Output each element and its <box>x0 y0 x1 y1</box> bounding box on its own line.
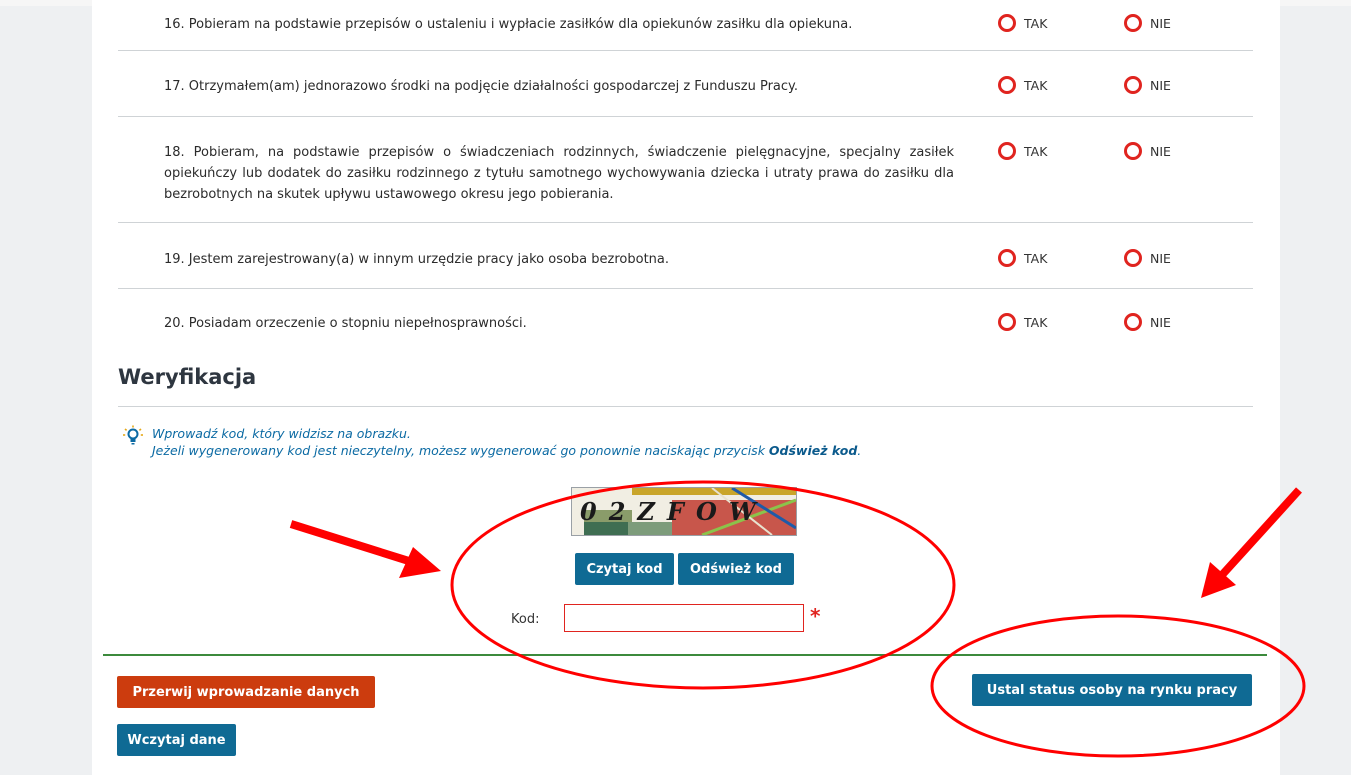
row-divider <box>118 50 1253 51</box>
question-18: 18. Pobieram, na podstawie przepisów o ś… <box>164 142 954 205</box>
question-17: 17. Otrzymałem(am) jednorazowo środki na… <box>164 76 964 97</box>
question-text: 16. Pobieram na podstawie przepisów o us… <box>164 17 853 32</box>
q16-radio-tak[interactable]: TAK <box>998 14 1047 32</box>
q18-radio-nie[interactable]: NIE <box>1124 142 1171 160</box>
abort-data-entry-button[interactable]: Przerwij wprowadzanie danych <box>117 676 375 708</box>
q19-radio-nie[interactable]: NIE <box>1124 249 1171 267</box>
question-16: 16. Pobieram na podstawie przepisów o us… <box>164 14 964 35</box>
row-divider <box>118 222 1253 223</box>
read-code-button[interactable]: Czytaj kod <box>575 553 674 585</box>
question-text: 19. Jestem zarejestrowany(a) w innym urz… <box>164 252 670 267</box>
refresh-code-button[interactable]: Odśwież kod <box>678 553 794 585</box>
load-data-button[interactable]: Wczytaj dane <box>117 724 236 756</box>
lightbulb-icon <box>123 425 143 445</box>
row-divider <box>118 116 1253 117</box>
q20-radio-tak[interactable]: TAK <box>998 313 1047 331</box>
question-text: 20. Posiadam orzeczenie o stopniu niepeł… <box>164 316 527 331</box>
code-input[interactable] <box>564 604 804 632</box>
question-19: 19. Jestem zarejestrowany(a) w innym urz… <box>164 249 964 270</box>
q17-radio-tak[interactable]: TAK <box>998 76 1047 94</box>
radio-circle-icon <box>998 313 1016 331</box>
radio-circle-icon <box>1124 14 1142 32</box>
radio-circle-icon <box>998 249 1016 267</box>
required-marker: * <box>810 604 821 628</box>
q17-radio-nie[interactable]: NIE <box>1124 76 1171 94</box>
q18-radio-tak[interactable]: TAK <box>998 142 1047 160</box>
captcha-image: 02ZFOW <box>571 487 797 536</box>
determine-labor-status-button[interactable]: Ustal status osoby na rynku pracy <box>972 674 1252 706</box>
hint-text: Wprowadź kod, który widzisz na obrazku. … <box>152 426 862 458</box>
section-divider <box>118 406 1253 407</box>
question-text: 17. Otrzymałem(am) jednorazowo środki na… <box>164 79 799 94</box>
radio-circle-icon <box>998 14 1016 32</box>
radio-circle-icon <box>1124 142 1142 160</box>
radio-circle-icon <box>1124 76 1142 94</box>
radio-circle-icon <box>1124 249 1142 267</box>
footer-divider <box>103 654 1267 656</box>
section-heading-weryfikacja: Weryfikacja <box>118 365 257 389</box>
hint-box: Wprowadź kod, który widzisz na obrazku. … <box>122 425 861 459</box>
captcha-text: 02ZFOW <box>580 497 768 526</box>
radio-circle-icon <box>998 142 1016 160</box>
captcha-drawing: 02ZFOW <box>572 488 796 535</box>
q19-radio-tak[interactable]: TAK <box>998 249 1047 267</box>
radio-circle-icon <box>998 76 1016 94</box>
radio-circle-icon <box>1124 313 1142 331</box>
question-text: 18. Pobieram, na podstawie przepisów o ś… <box>164 145 954 202</box>
q20-radio-nie[interactable]: NIE <box>1124 313 1171 331</box>
code-label: Kod: <box>511 612 540 627</box>
row-divider <box>118 288 1253 289</box>
q16-radio-nie[interactable]: NIE <box>1124 14 1171 32</box>
question-20: 20. Posiadam orzeczenie o stopniu niepeł… <box>164 313 964 334</box>
hint-refresh-code-reference: Odśwież kod <box>768 443 858 458</box>
